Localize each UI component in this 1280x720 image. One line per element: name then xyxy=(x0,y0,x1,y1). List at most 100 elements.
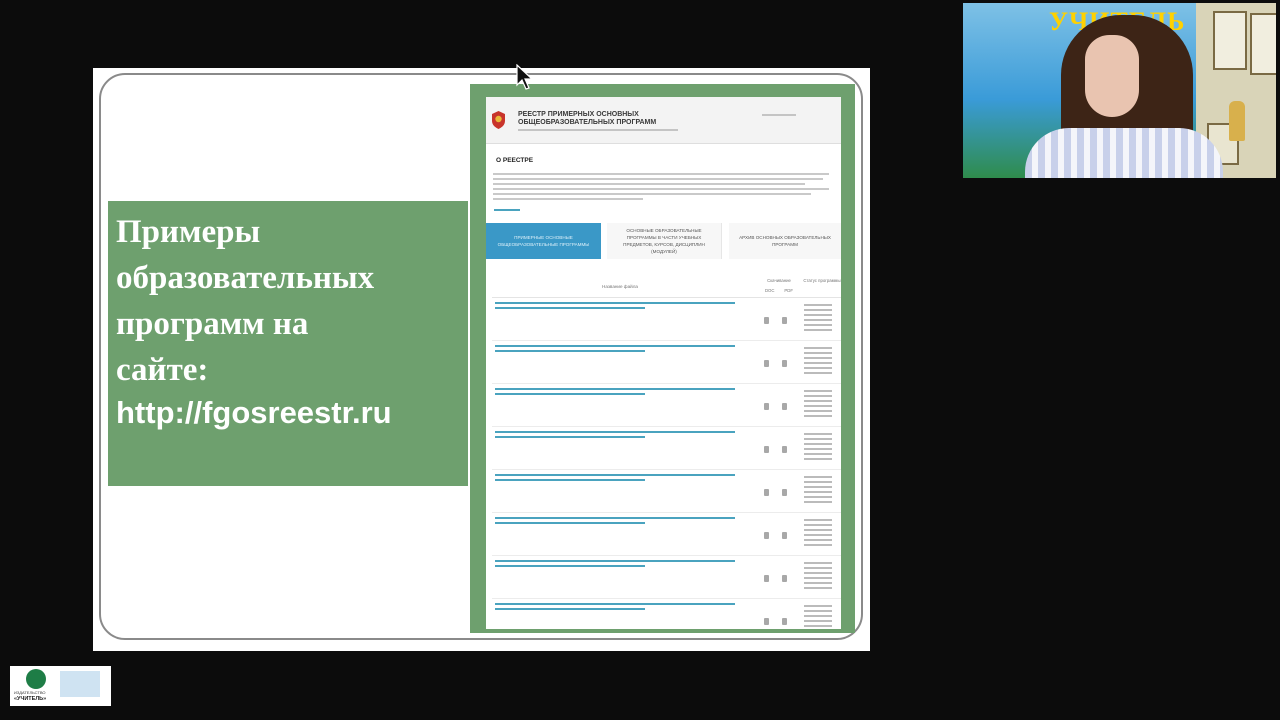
program-link[interactable] xyxy=(495,388,735,390)
pdf-file-icon[interactable] xyxy=(782,489,787,496)
pdf-file-icon[interactable] xyxy=(782,575,787,582)
status-text-line xyxy=(804,491,832,493)
wall-certificate xyxy=(1213,11,1247,70)
program-link[interactable] xyxy=(495,345,735,347)
status-text-line xyxy=(804,529,832,531)
program-link-line2[interactable] xyxy=(495,565,645,567)
site-title: РЕЕСТР ПРИМЕРНЫХ ОСНОВНЫХ ОБЩЕОБРАЗОВАТЕ… xyxy=(518,111,657,126)
status-text-line xyxy=(804,582,832,584)
program-link[interactable] xyxy=(495,603,735,605)
status-text-line xyxy=(804,405,832,407)
table-row xyxy=(492,384,841,427)
doc-file-icon[interactable] xyxy=(764,618,769,625)
status-text-line xyxy=(804,433,832,435)
read-more-link[interactable] xyxy=(494,209,520,211)
publisher-logo-icon xyxy=(26,669,46,689)
website-page: РЕЕСТР ПРИМЕРНЫХ ОСНОВНЫХ ОБЩЕОБРАЗОВАТЕ… xyxy=(486,97,841,629)
slide-heading: Примеры образовательных программ на сайт… xyxy=(116,214,375,388)
partner-logo-icon xyxy=(60,671,100,697)
emblem-icon xyxy=(492,111,505,129)
program-link[interactable] xyxy=(495,474,735,476)
status-text-line xyxy=(804,314,832,316)
status-text-line xyxy=(804,448,832,450)
pdf-file-icon[interactable] xyxy=(782,446,787,453)
status-text-line xyxy=(804,415,832,417)
tab-archive[interactable]: АРХИВ ОСНОВНЫХ ОБРАЗОВАТЕЛЬНЫХ ПРОГРАММ xyxy=(729,223,841,259)
presenter-face xyxy=(1085,35,1139,117)
status-text-line xyxy=(804,605,832,607)
status-text-line xyxy=(804,357,832,359)
status-text-line xyxy=(804,453,832,455)
status-text-line xyxy=(804,476,832,478)
column-header-status: Статус программы xyxy=(803,278,841,283)
pdf-file-icon[interactable] xyxy=(782,532,787,539)
tab-primary-programs[interactable]: ПРИМЕРНЫЕ ОСНОВНЫЕ ОБЩЕОБРАЗОВАТЕЛЬНЫЕ П… xyxy=(486,223,601,259)
table-header: Название файла Скачивание DOC PDF Статус … xyxy=(492,275,841,298)
status-text-line xyxy=(804,319,832,321)
program-link-line2[interactable] xyxy=(495,436,645,438)
status-text-line xyxy=(804,625,832,627)
status-text-line xyxy=(804,324,832,326)
program-link-line2[interactable] xyxy=(495,608,645,610)
status-text-line xyxy=(804,620,832,622)
website-screenshot: РЕЕСТР ПРИМЕРНЫХ ОСНОВНЫХ ОБЩЕОБРАЗОВАТЕ… xyxy=(470,84,855,633)
status-text-line xyxy=(804,534,832,536)
program-link[interactable] xyxy=(495,560,735,562)
doc-file-icon[interactable] xyxy=(764,360,769,367)
status-text-line xyxy=(804,329,832,331)
section-title: О РЕЕСТРЕ xyxy=(496,157,534,164)
status-text-line xyxy=(804,610,832,612)
program-link-line2[interactable] xyxy=(495,307,645,309)
publisher-logo: ИЗДАТЕЛЬСТВО «УЧИТЕЛЬ» xyxy=(10,666,111,706)
tab-subject-programs[interactable]: ОСНОВНЫЕ ОБРАЗОВАТЕЛЬНЫЕ ПРОГРАММЫ В ЧАС… xyxy=(607,223,722,259)
table-row xyxy=(492,470,841,513)
table-row xyxy=(492,427,841,470)
site-subtitle xyxy=(518,129,678,133)
table-row xyxy=(492,298,841,341)
presentation-slide: Примеры образовательных программ на сайт… xyxy=(93,68,870,651)
program-link[interactable] xyxy=(495,431,735,433)
program-link[interactable] xyxy=(495,302,735,304)
program-link-line2[interactable] xyxy=(495,350,645,352)
status-text-line xyxy=(804,524,832,526)
status-text-line xyxy=(804,395,832,397)
slide-url: http://fgosreestr.ru xyxy=(116,395,392,430)
program-link-line2[interactable] xyxy=(495,393,645,395)
trophy xyxy=(1229,101,1245,141)
program-link-line2[interactable] xyxy=(495,479,645,481)
about-paragraph xyxy=(493,173,831,204)
doc-file-icon[interactable] xyxy=(764,317,769,324)
status-text-line xyxy=(804,567,832,569)
pdf-file-icon[interactable] xyxy=(782,317,787,324)
programs-table: Название файла Скачивание DOC PDF Статус … xyxy=(492,275,841,629)
doc-file-icon[interactable] xyxy=(764,532,769,539)
webcam-feed: УЧИТЕЛЬ xyxy=(963,3,1276,178)
doc-file-icon[interactable] xyxy=(764,403,769,410)
status-text-line xyxy=(804,347,832,349)
status-text-line xyxy=(804,544,832,546)
program-link-line2[interactable] xyxy=(495,522,645,524)
doc-file-icon[interactable] xyxy=(764,575,769,582)
status-text-line xyxy=(804,367,832,369)
status-text-line xyxy=(804,501,832,503)
status-text-line xyxy=(804,438,832,440)
status-text-line xyxy=(804,562,832,564)
status-text-line xyxy=(804,486,832,488)
program-link[interactable] xyxy=(495,517,735,519)
doc-file-icon[interactable] xyxy=(764,489,769,496)
pdf-file-icon[interactable] xyxy=(782,360,787,367)
pdf-file-icon[interactable] xyxy=(782,403,787,410)
status-text-line xyxy=(804,362,832,364)
status-text-line xyxy=(804,309,832,311)
header-link[interactable] xyxy=(762,114,796,118)
logo-caption-2: «УЧИТЕЛЬ» xyxy=(14,696,47,702)
table-row xyxy=(492,513,841,556)
doc-file-icon[interactable] xyxy=(764,446,769,453)
status-text-line xyxy=(804,577,832,579)
logo-caption-1: ИЗДАТЕЛЬСТВО xyxy=(14,690,46,695)
pdf-file-icon[interactable] xyxy=(782,618,787,625)
status-text-line xyxy=(804,400,832,402)
status-text-line xyxy=(804,410,832,412)
column-header-name: Название файла xyxy=(602,284,638,289)
table-row xyxy=(492,599,841,629)
